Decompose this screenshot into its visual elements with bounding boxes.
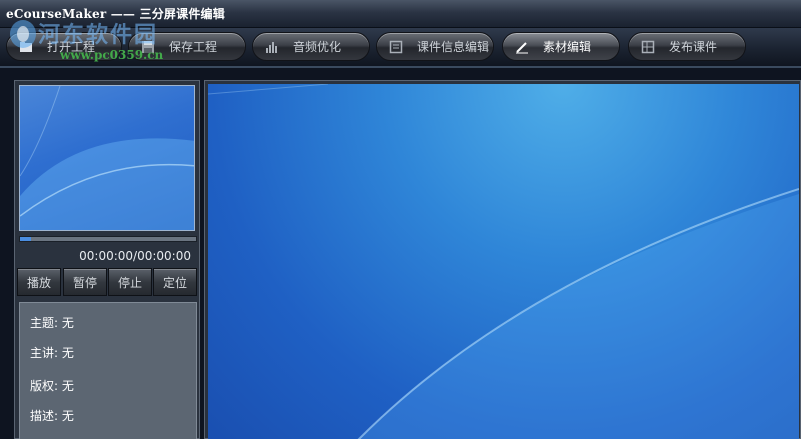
course-info-edit-label: 课件信息编辑 [417, 40, 490, 54]
save-project-label: 保存工程 [169, 40, 218, 54]
publish-icon [641, 40, 655, 54]
audio-optimize-button[interactable]: 音频优化 [252, 32, 370, 61]
pause-button[interactable]: 暂停 [63, 268, 107, 296]
locate-button[interactable]: 定位 [153, 268, 197, 296]
playback-progress-fill [20, 237, 31, 241]
description-text: 描述: 无 [30, 409, 74, 423]
copyright-text: 版权: 无 [30, 379, 74, 393]
course-info-box: 主题: 无 主讲: 无 版权: 无 描述: 无 [19, 302, 197, 439]
material-edit-label: 素材编辑 [543, 40, 592, 54]
speaker-text: 主讲: 无 [30, 346, 74, 360]
publish-course-label: 发布课件 [669, 40, 718, 54]
stop-button[interactable]: 停止 [108, 268, 152, 296]
equalizer-icon [266, 42, 277, 53]
playback-time: 00:00:00/00:00:00 [79, 249, 191, 263]
material-edit-button[interactable]: 素材编辑 [502, 32, 620, 61]
watermark-logo [10, 20, 36, 48]
watermark-url: www.pc0359.cn [60, 48, 164, 62]
watermark-text: 河东软件园 [38, 23, 159, 48]
edit-doc-icon [389, 40, 403, 54]
main-view-frame [204, 80, 801, 439]
topic-text: 主题: 无 [30, 316, 74, 330]
preview-panel: 00:00:00/00:00:00 播放 暂停 停止 定位 主题: 无 主讲: … [14, 80, 200, 439]
publish-course-button[interactable]: 发布课件 [628, 32, 746, 61]
main-view[interactable] [208, 84, 799, 439]
playback-progress-bar[interactable] [19, 236, 197, 242]
play-button[interactable]: 播放 [17, 268, 61, 296]
pen-icon [516, 42, 528, 54]
video-preview [19, 85, 195, 231]
course-info-edit-button[interactable]: 课件信息编辑 [376, 32, 494, 61]
main-wallpaper [208, 84, 799, 439]
preview-wallpaper [20, 86, 194, 230]
audio-optimize-label: 音频优化 [293, 40, 342, 54]
